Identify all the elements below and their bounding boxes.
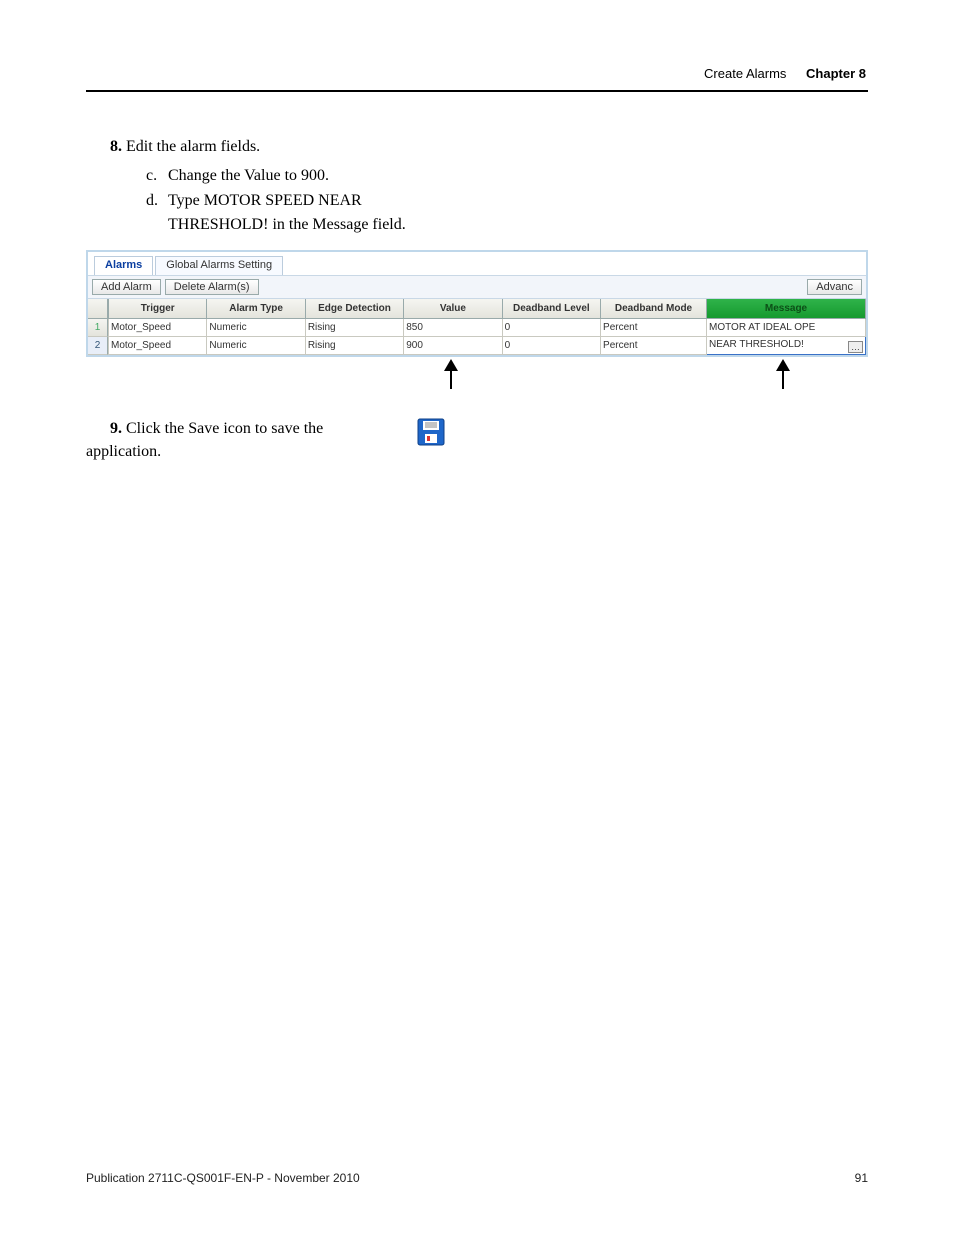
arrow-stem (782, 369, 784, 389)
advanced-button[interactable]: Advanc (807, 279, 862, 295)
step-8: 8. Edit the alarm fields. (86, 135, 868, 158)
step-8-number: 8. (86, 135, 122, 158)
col-trigger[interactable]: Trigger (109, 299, 207, 319)
alarm-table: Trigger Alarm Type Edge Detection Value … (108, 299, 866, 356)
col-deadband-mode[interactable]: Deadband Mode (601, 299, 707, 319)
save-icon (416, 417, 446, 447)
table-header-row: Trigger Alarm Type Edge Detection Value … (109, 299, 866, 319)
substep-c-text: Change the Value to 900. (168, 164, 428, 187)
step-9-text: Click the Save icon to save the applicat… (86, 420, 323, 460)
tab-global-settings[interactable]: Global Alarms Setting (155, 256, 283, 275)
page-header: Create Alarms Chapter 8 (704, 66, 866, 81)
alarm-grid: 1 2 Trigger (88, 299, 866, 356)
cell-message[interactable]: MOTOR AT IDEAL OPE (707, 319, 866, 337)
cell-message-text: NEAR THRESHOLD! (709, 339, 804, 350)
cell-value[interactable]: 850 (404, 319, 502, 337)
step-9: 9. Click the Save icon to save the appli… (86, 417, 396, 463)
col-alarm-type[interactable]: Alarm Type (207, 299, 305, 319)
row-header-column: 1 2 (88, 299, 108, 356)
cell-trigger[interactable]: Motor_Speed (109, 337, 207, 355)
cell-value[interactable]: 900 (404, 337, 502, 355)
alarms-panel: Alarms Global Alarms Setting Add Alarm D… (86, 250, 868, 358)
cell-edge[interactable]: Rising (305, 337, 403, 355)
alarm-tabs: Alarms Global Alarms Setting (88, 252, 866, 276)
delete-alarm-button[interactable]: Delete Alarm(s) (165, 279, 259, 295)
cell-db-mode[interactable]: Percent (601, 337, 707, 355)
chapter-label: Chapter 8 (806, 66, 866, 81)
ellipsis-button-icon[interactable]: … (848, 341, 863, 353)
cell-message-active[interactable]: NEAR THRESHOLD! … (707, 337, 866, 355)
row-header-1[interactable]: 1 (88, 319, 108, 337)
alarm-toolbar: Add Alarm Delete Alarm(s) Advanc (88, 276, 866, 299)
page-number: 91 (855, 1171, 868, 1185)
step-8-substeps: c. Change the Value to 900. d. Type MOTO… (146, 164, 868, 236)
publication-id: Publication 2711C-QS001F-EN-P - November… (86, 1171, 360, 1185)
col-edge-detection[interactable]: Edge Detection (305, 299, 403, 319)
step-9-row: 9. Click the Save icon to save the appli… (86, 417, 868, 463)
cell-edge[interactable]: Rising (305, 319, 403, 337)
cell-alarm-type[interactable]: Numeric (207, 337, 305, 355)
page-footer: Publication 2711C-QS001F-EN-P - November… (86, 1171, 868, 1185)
col-message[interactable]: Message (707, 299, 866, 319)
cell-db-level[interactable]: 0 (502, 337, 600, 355)
substep-c: c. Change the Value to 900. (146, 164, 868, 187)
substep-d-text: Type MOTOR SPEED NEAR THRESHOLD! in the … (168, 189, 428, 235)
tab-alarms[interactable]: Alarms (94, 256, 153, 275)
col-deadband-level[interactable]: Deadband Level (502, 299, 600, 319)
step-8-text: Edit the alarm fields. (126, 138, 260, 155)
breadcrumb: Create Alarms (704, 66, 786, 81)
col-value[interactable]: Value (404, 299, 502, 319)
row-header-corner (88, 299, 108, 319)
cell-trigger[interactable]: Motor_Speed (109, 319, 207, 337)
table-row[interactable]: Motor_Speed Numeric Rising 900 0 Percent… (109, 337, 866, 355)
header-rule (86, 90, 868, 92)
substep-c-letter: c. (146, 164, 164, 187)
add-alarm-button[interactable]: Add Alarm (92, 279, 161, 295)
callout-arrows (86, 357, 868, 391)
substep-d-letter: d. (146, 189, 164, 212)
cell-db-level[interactable]: 0 (502, 319, 600, 337)
substep-d: d. Type MOTOR SPEED NEAR THRESHOLD! in t… (146, 189, 868, 235)
cell-db-mode[interactable]: Percent (601, 319, 707, 337)
cell-alarm-type[interactable]: Numeric (207, 319, 305, 337)
row-header-2[interactable]: 2 (88, 337, 108, 355)
step-9-number: 9. (86, 417, 122, 440)
arrow-stem (450, 369, 452, 389)
table-row[interactable]: Motor_Speed Numeric Rising 850 0 Percent… (109, 319, 866, 337)
